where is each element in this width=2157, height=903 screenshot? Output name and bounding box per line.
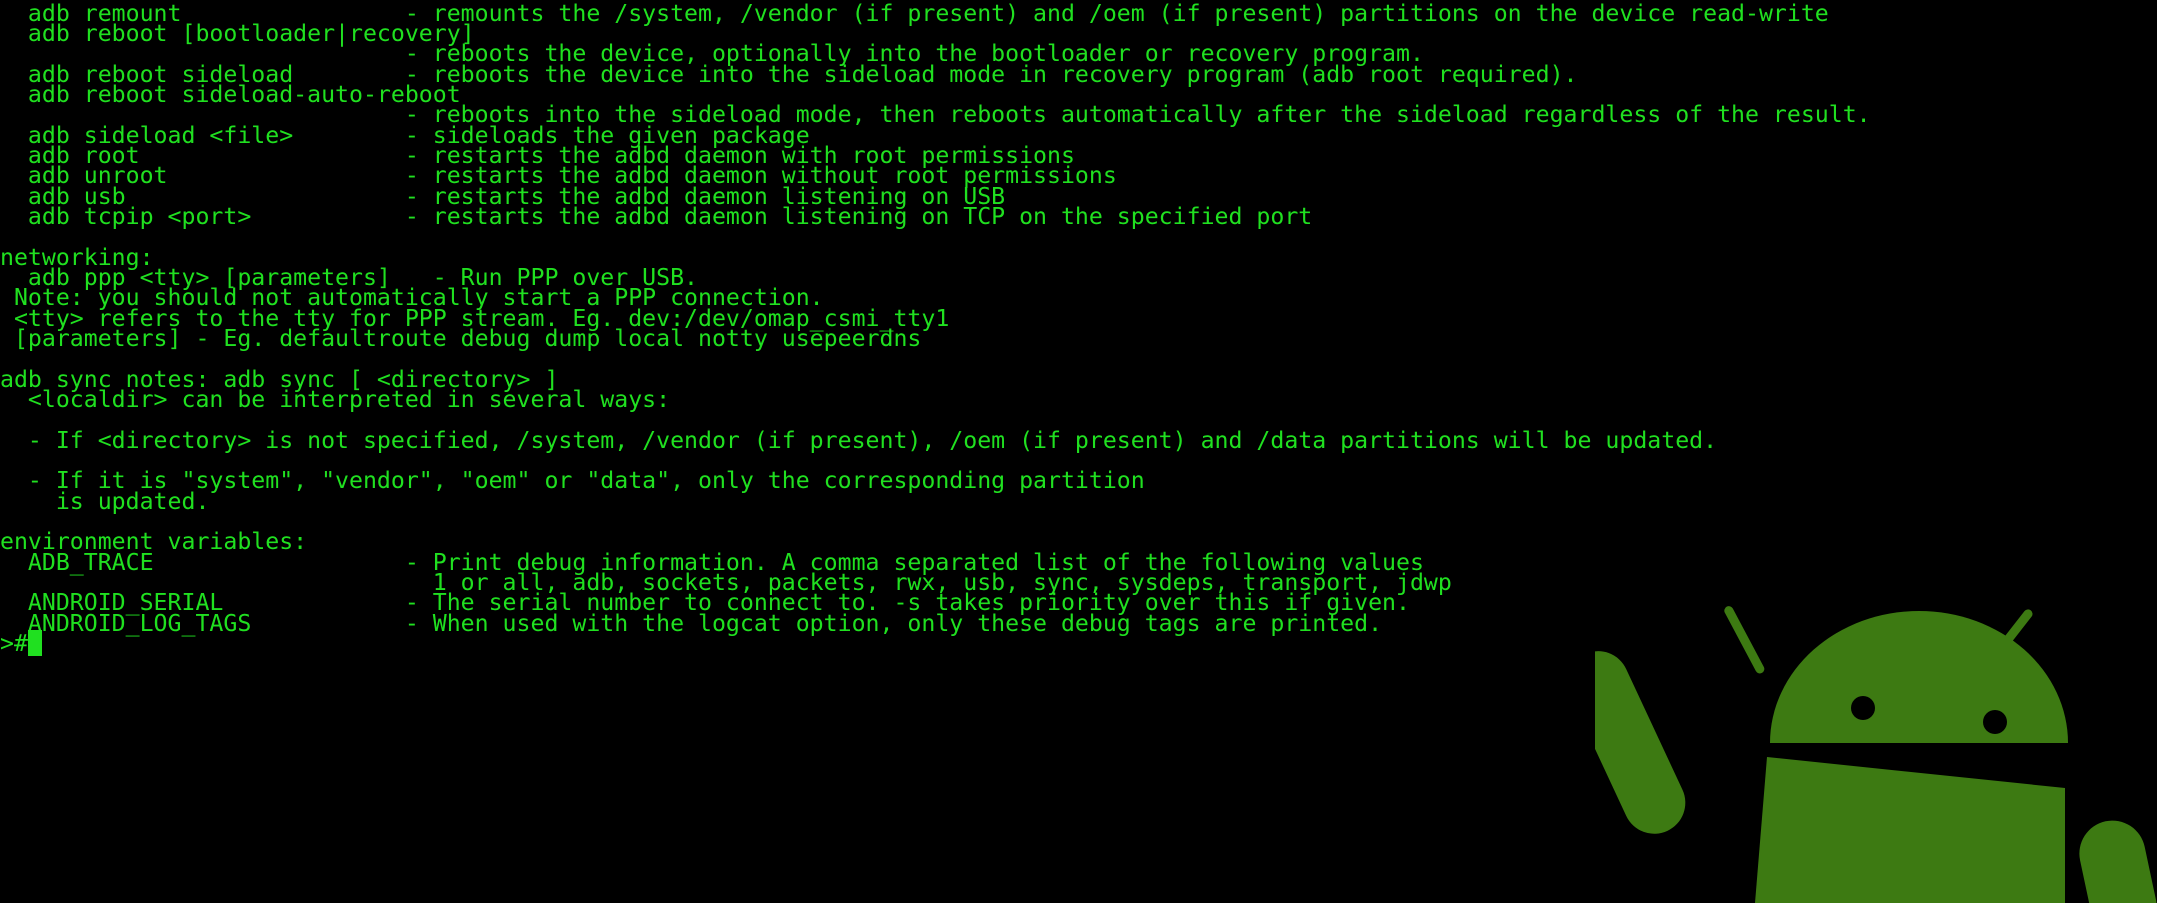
prompt-symbol: ># bbox=[0, 630, 28, 657]
output-line: - If <directory> is not specified, /syst… bbox=[0, 427, 1718, 454]
output-line: <localdir> can be interpreted in several… bbox=[0, 386, 671, 413]
output-line: [parameters] - Eg. defaultroute debug du… bbox=[0, 325, 922, 352]
output-line: adb tcpip <port> - restarts the adbd dae… bbox=[0, 203, 1313, 230]
command-prompt[interactable]: ># bbox=[0, 630, 42, 658]
terminal-window[interactable]: adb remount - remounts the /system, /ven… bbox=[0, 0, 2157, 903]
output-line: ANDROID_LOG_TAGS - When used with the lo… bbox=[0, 610, 1383, 637]
text-cursor[interactable] bbox=[27, 630, 42, 656]
output-line: is updated. bbox=[0, 488, 210, 515]
android-robot-icon bbox=[1595, 606, 2157, 903]
